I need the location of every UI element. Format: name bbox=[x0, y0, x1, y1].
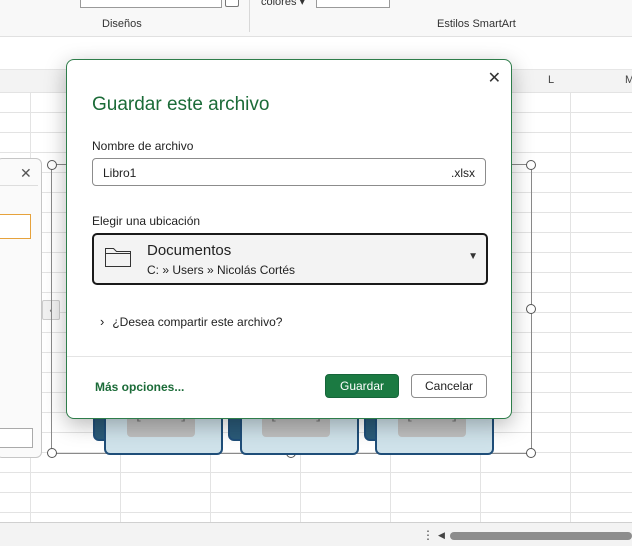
more-options-link[interactable]: Más opciones... bbox=[95, 380, 184, 394]
text-pane-entry[interactable] bbox=[0, 214, 31, 239]
resize-handle[interactable] bbox=[526, 304, 536, 314]
text-pane-divider bbox=[0, 185, 38, 186]
column-header-l[interactable]: L bbox=[548, 74, 554, 86]
ribbon-style-gallery[interactable] bbox=[316, 0, 390, 8]
group-label-designs: Diseños bbox=[102, 18, 142, 30]
location-label: Elegir una ubicación bbox=[92, 214, 201, 228]
close-icon[interactable]: ✕ bbox=[20, 165, 32, 182]
filename-label: Nombre de archivo bbox=[92, 139, 194, 153]
group-label-smartart-styles: Estilos SmartArt bbox=[437, 18, 516, 30]
scroll-left-icon[interactable]: ◀ bbox=[438, 530, 445, 541]
save-button[interactable]: Guardar bbox=[325, 374, 399, 398]
ribbon-checkbox[interactable] bbox=[225, 0, 239, 7]
more-options-icon[interactable]: ⋮ bbox=[422, 528, 434, 542]
location-name: Documentos bbox=[147, 242, 232, 259]
filename-value[interactable]: Libro1 bbox=[103, 166, 136, 180]
share-expander[interactable]: › ¿Desea compartir este archivo? bbox=[100, 314, 282, 329]
save-dialog: ✕ Guardar este archivo Nombre de archivo… bbox=[66, 59, 512, 419]
smartart-text-pane bbox=[0, 158, 42, 458]
location-dropdown[interactable]: Documentos C: » Users » Nicolás Cortés ▼ bbox=[92, 233, 488, 285]
footer-divider bbox=[67, 356, 511, 357]
chevron-right-icon: › bbox=[100, 314, 105, 329]
location-path: C: » Users » Nicolás Cortés bbox=[147, 263, 296, 277]
ribbon-gallery[interactable] bbox=[80, 0, 222, 8]
resize-handle[interactable] bbox=[47, 448, 57, 458]
horizontal-scrollbar[interactable] bbox=[450, 532, 632, 540]
ribbon: colores ▾ Diseños Estilos SmartArt bbox=[0, 0, 632, 37]
folder-icon bbox=[105, 248, 131, 267]
column-header-m[interactable]: M bbox=[625, 74, 632, 86]
cancel-button[interactable]: Cancelar bbox=[411, 374, 487, 398]
dialog-title: Guardar este archivo bbox=[92, 94, 270, 115]
text-pane-footer-field[interactable] bbox=[0, 428, 33, 448]
share-label: ¿Desea compartir este archivo? bbox=[112, 315, 283, 329]
filename-extension: .xlsx bbox=[451, 166, 475, 180]
colors-dropdown[interactable]: colores ▾ bbox=[261, 0, 305, 8]
close-icon[interactable]: ✕ bbox=[488, 68, 501, 88]
resize-handle[interactable] bbox=[526, 448, 536, 458]
resize-handle[interactable] bbox=[47, 160, 57, 170]
resize-handle[interactable] bbox=[526, 160, 536, 170]
ribbon-divider bbox=[249, 0, 250, 32]
filename-field[interactable]: Libro1 .xlsx bbox=[92, 158, 486, 186]
chevron-down-icon: ▼ bbox=[468, 251, 478, 262]
